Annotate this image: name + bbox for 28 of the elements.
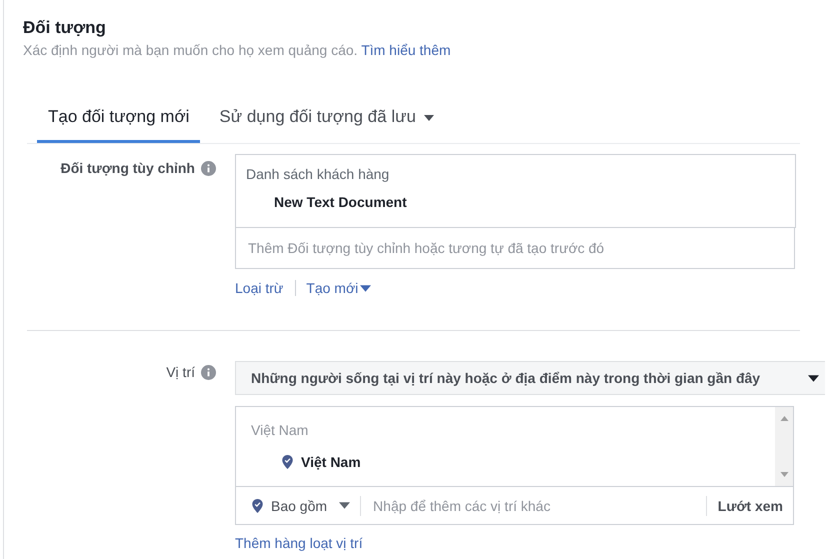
pin-icon <box>252 498 263 512</box>
info-icon <box>201 161 216 176</box>
action-link[interactable]: Tạo mới <box>306 280 372 296</box>
audience-input[interactable]: Thêm Đối tượng tùy chỉnh hoặc tương tự đã tạo trước đó <box>235 228 795 269</box>
browse-button[interactable]: Lướt xem <box>706 496 793 516</box>
location-search-field[interactable]: Bao gồm Nhập để thêm các vị trí khác Lướt xem <box>235 487 794 525</box>
field-label: Vị trí <box>166 364 195 380</box>
tab[interactable]: Sử dụng đối tượng đã lưu <box>208 107 445 143</box>
info-icon <box>201 365 216 380</box>
bulk-add-link[interactable]: Thêm hàng loạt vị trí <box>235 535 363 551</box>
section-title: Đối tượng <box>23 18 107 38</box>
learn-more-link[interactable]: Tìm hiểu thêm <box>361 42 451 58</box>
scrollbar[interactable] <box>775 407 793 486</box>
audience-item[interactable]: New Text Document <box>274 194 407 210</box>
list-heading: Danh sách khách hàng <box>246 166 390 182</box>
action-link[interactable]: Loại trừ <box>235 280 284 296</box>
scroll-down-icon[interactable] <box>780 472 788 477</box>
tab[interactable]: Tạo đối tượng mới <box>37 107 200 143</box>
caret-icon <box>808 374 819 382</box>
caret-icon <box>339 502 350 509</box>
section-description: Xác định người mà bạn muốn cho họ xem quảng cáo. <box>23 42 358 58</box>
location-item[interactable]: Việt Nam <box>301 454 361 470</box>
location-mode-dropdown[interactable]: Những người sống tại vị trí này hoặc ở địa điểm này trong thời gian gần đây <box>235 361 825 395</box>
include-dropdown[interactable]: Bao gồm <box>236 496 362 516</box>
scroll-up-icon[interactable] <box>780 416 788 421</box>
pin-icon <box>282 455 293 469</box>
field-label: Đối tượng tùy chỉnh <box>60 160 195 176</box>
list-heading: Việt Nam <box>251 422 310 438</box>
